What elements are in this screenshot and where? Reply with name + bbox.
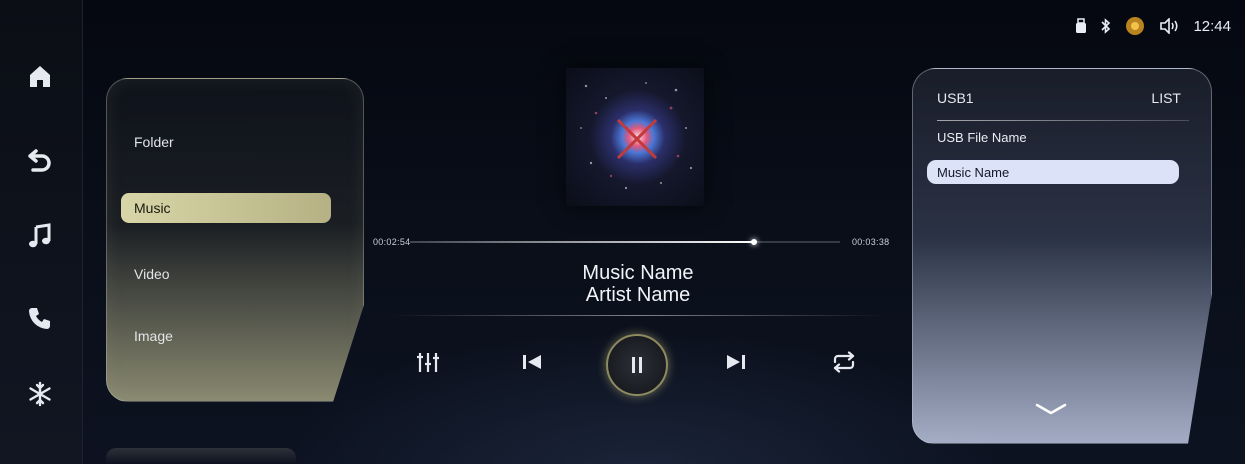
list-mode-button[interactable]: LIST [1151, 90, 1181, 106]
equalizer-icon[interactable] [406, 340, 450, 384]
source-menu-panel: Folder Music Video Image [106, 78, 364, 402]
divider [937, 120, 1189, 121]
progress-bar[interactable] [410, 239, 840, 245]
menu-item-music[interactable]: Music [121, 193, 331, 223]
progress-fill [410, 241, 754, 243]
music-note-icon[interactable] [20, 216, 60, 256]
back-icon[interactable] [20, 140, 60, 180]
previous-icon[interactable] [510, 340, 554, 384]
source-label[interactable]: USB1 [937, 90, 974, 106]
folder-item[interactable]: USB File Name [937, 130, 1027, 145]
menu-item-image[interactable]: Image [121, 321, 331, 351]
next-icon[interactable] [714, 340, 758, 384]
usb-icon [1075, 18, 1087, 34]
file-list-panel: USB1 LIST USB File Name Music Name [912, 68, 1212, 444]
bluetooth-icon [1101, 18, 1111, 34]
phone-icon[interactable] [20, 298, 60, 338]
divider [390, 315, 885, 316]
nav-rail [0, 0, 83, 464]
elapsed-time: 00:02:54 [373, 237, 411, 247]
snowflake-icon[interactable] [20, 374, 60, 414]
list-item-selected[interactable]: Music Name [927, 160, 1179, 184]
chevron-down-icon[interactable] [1031, 399, 1071, 419]
home-icon[interactable] [20, 56, 60, 96]
repeat-icon[interactable] [822, 340, 866, 384]
track-artist: Artist Name [585, 284, 691, 306]
pause-button[interactable] [606, 334, 668, 396]
total-time: 00:03:38 [852, 237, 890, 247]
volume-icon [1159, 18, 1179, 34]
album-art [566, 68, 704, 206]
progress-handle[interactable] [751, 239, 757, 245]
menu-item-video[interactable]: Video [121, 259, 331, 289]
head-unit-screen: 12:44 Folder Music Video Image 00:02:54 … [0, 0, 1245, 464]
track-title: Music Name [582, 262, 694, 284]
panel-reflection [106, 448, 296, 464]
pause-icon [632, 357, 642, 373]
sun-icon [1125, 16, 1145, 36]
status-bar: 12:44 [1075, 14, 1231, 38]
clock: 12:44 [1193, 17, 1231, 35]
menu-item-folder[interactable]: Folder [121, 127, 331, 157]
